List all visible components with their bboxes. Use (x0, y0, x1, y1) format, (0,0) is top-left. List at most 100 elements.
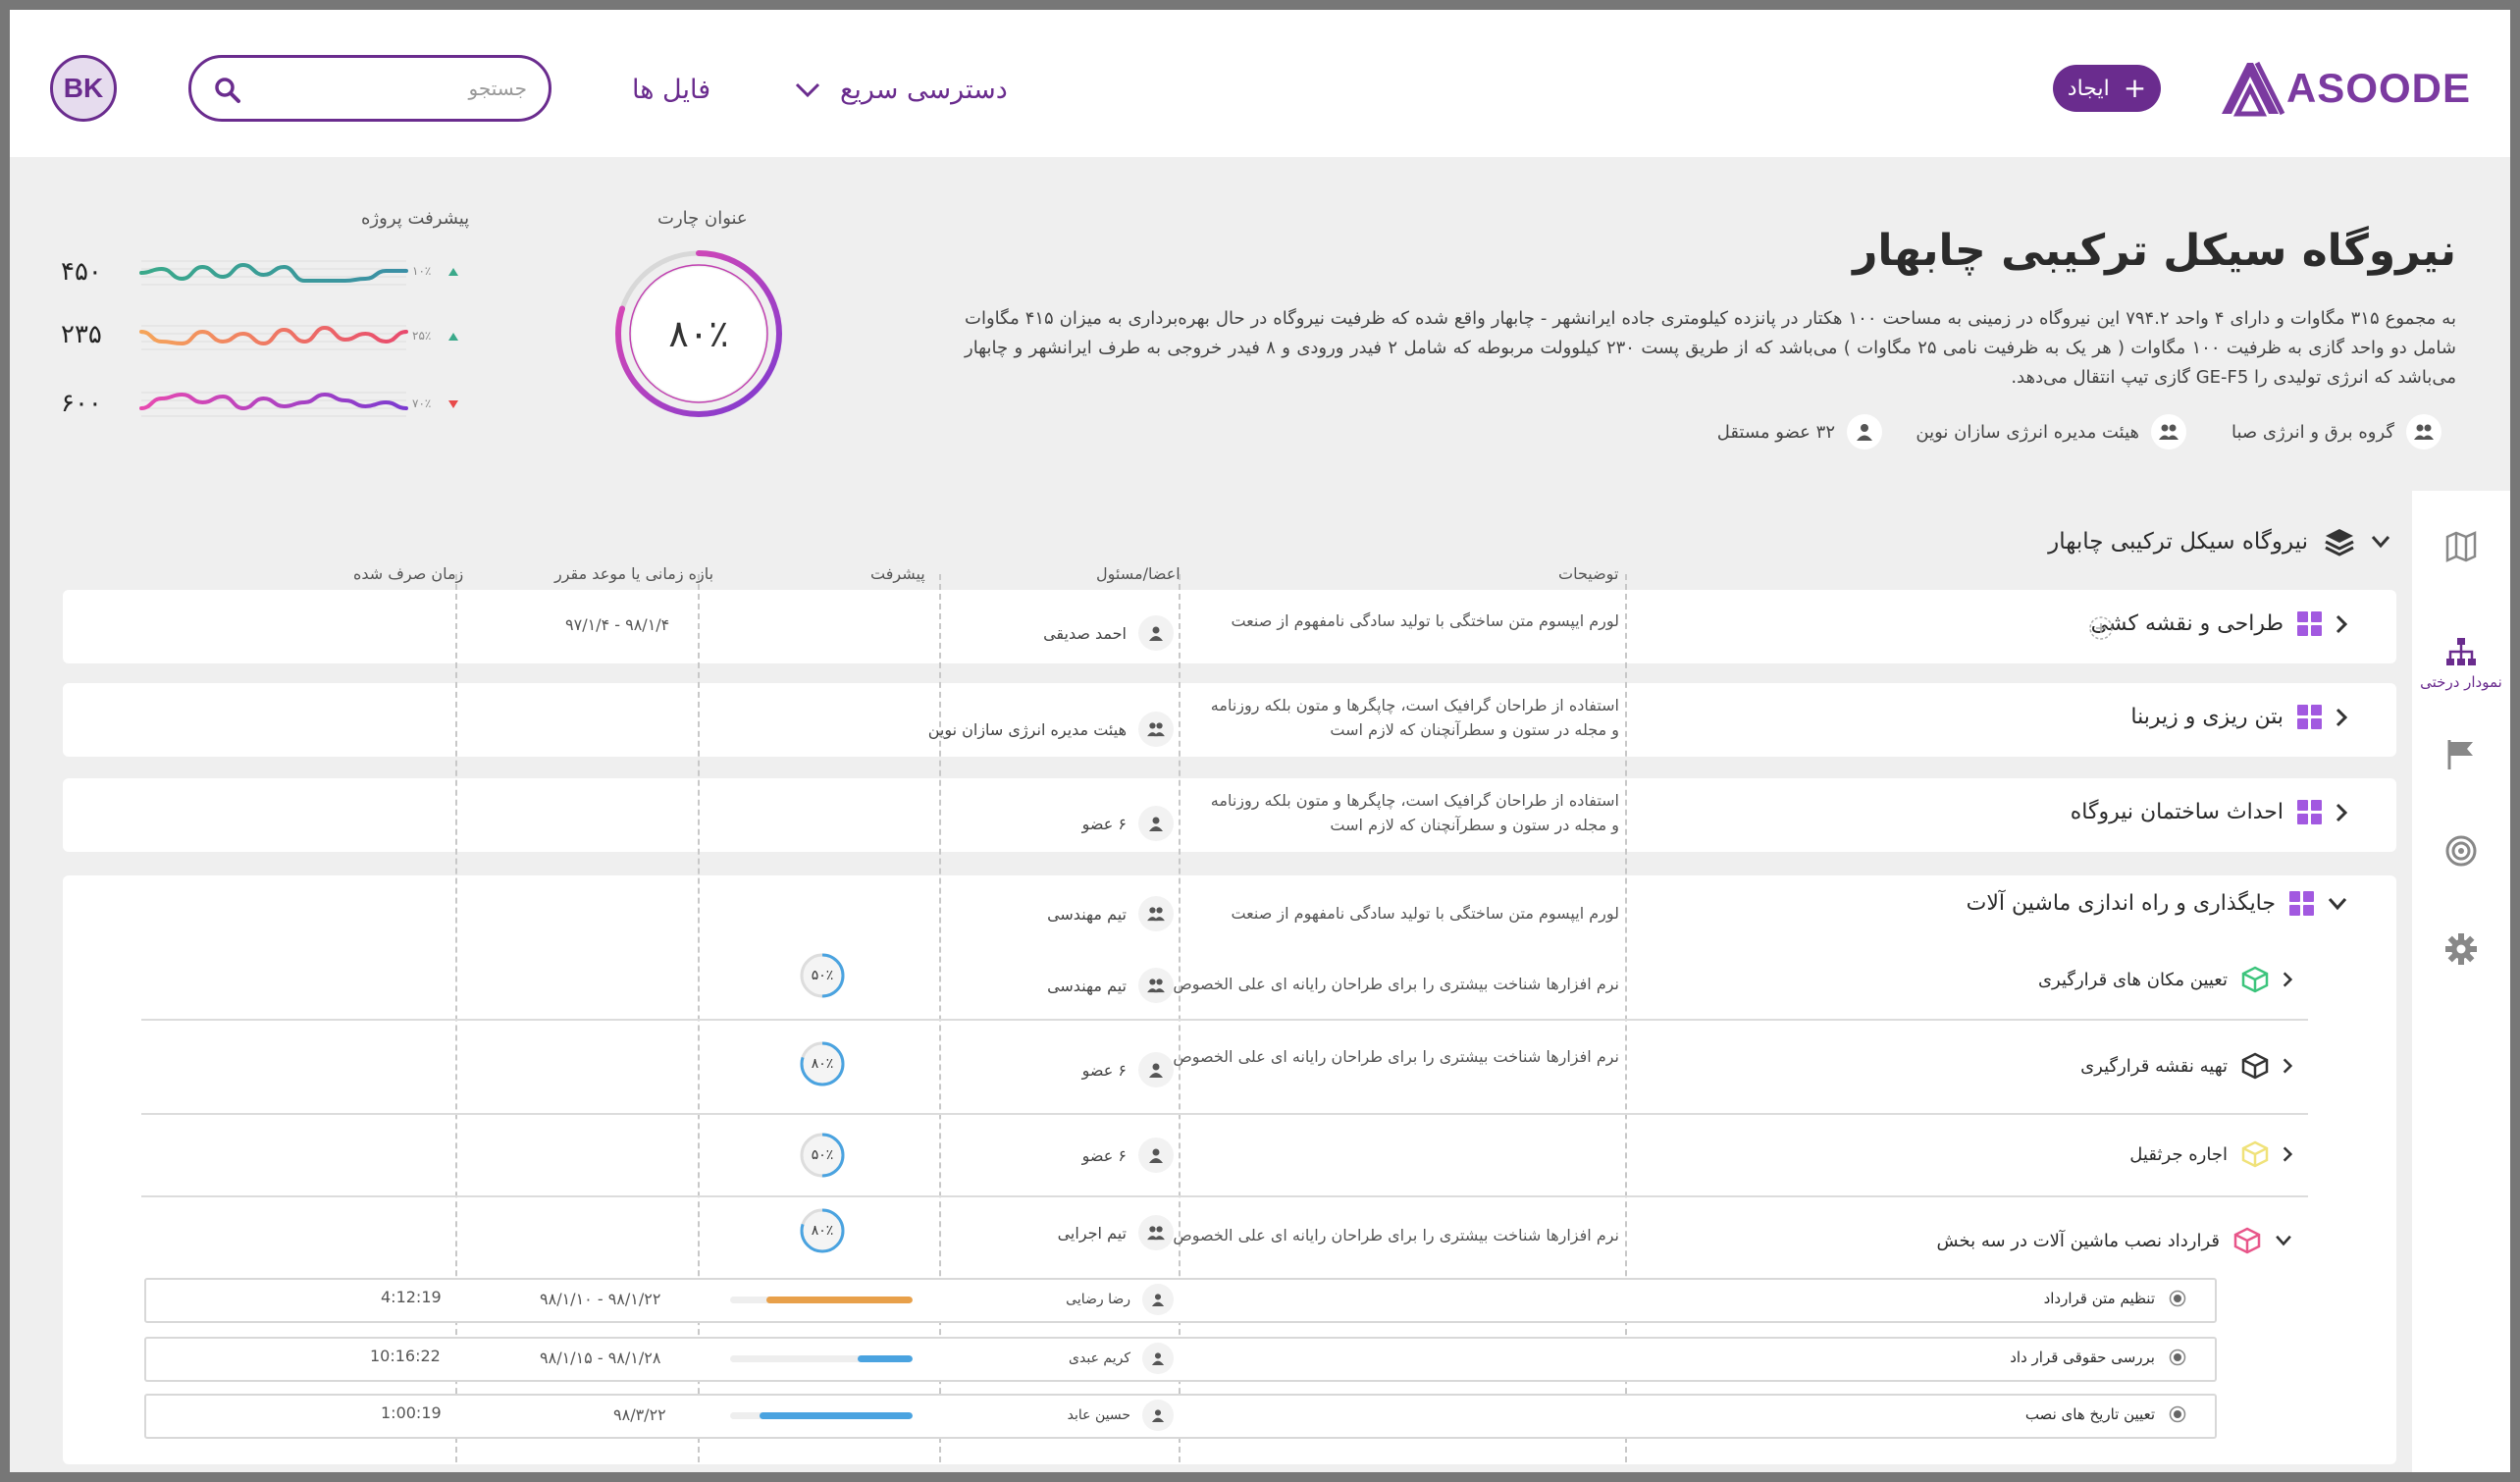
chevron-right-icon (2336, 708, 2347, 726)
trend-up-icon (448, 333, 458, 341)
col-header-time-spent: زمان صرف شده (353, 564, 464, 583)
task-member-name: تیم مهندسی (1047, 904, 1127, 924)
search-box (188, 55, 551, 122)
chevron-down-icon (795, 82, 820, 97)
leaf-task-member[interactable]: کریم عبدی (1069, 1343, 1174, 1374)
spark-pct-1: ۱۰٪ (412, 264, 432, 278)
add-circle-icon[interactable] (2088, 615, 2114, 641)
subtask-member[interactable]: تیم مهندسی (1047, 968, 1174, 1003)
target-icon (2445, 835, 2477, 867)
leaf-progress-fill (858, 1355, 913, 1362)
sidebar-item-target[interactable] (2412, 834, 2510, 868)
logo-text: ASOODE (2285, 65, 2471, 111)
subtask-row-crane[interactable]: اجاره جرثقیل (2129, 1140, 2292, 1168)
project-tag-owner-label: گروه برق و انرژی صبا (2231, 421, 2394, 443)
subtask-member-name: ۶ عضو (1081, 1145, 1127, 1165)
col-header-progress: پیشرفت (870, 564, 925, 583)
user-avatar[interactable]: BK (50, 55, 117, 122)
task-period: ۹۸/۱/۴ - ۹۷/۱/۴ (565, 615, 670, 634)
project-tag-members-label: ۳۲ عضو مستقل (1716, 421, 1835, 443)
sidebar-item-settings[interactable] (2412, 932, 2510, 966)
task-title: بتن ریزی و زیربنا (2130, 705, 2284, 729)
users-icon (1138, 968, 1174, 1003)
col-header-description: توضیحات (1558, 564, 1619, 583)
task-title: احداث ساختمان نیروگاه (2070, 800, 2284, 824)
sidebar-item-tree-chart-label: نمودار درختی (2420, 673, 2502, 691)
subtask-description: نرم افزارها شناخت بیشتری را برای طراحان … (1173, 1047, 1619, 1066)
task-member-name: ۶ عضو (1081, 814, 1127, 833)
user-icon (1142, 1284, 1174, 1315)
leaf-task-period: ۹۸/۳/۲۲ (613, 1405, 666, 1424)
grid-icon (2297, 800, 2322, 824)
radio-dot-icon (2169, 1290, 2186, 1307)
subtask-progress-ring: ۵۰٪ (799, 1132, 846, 1179)
files-link[interactable]: فایل ها (632, 75, 710, 105)
subtask-title: تعیین مکان های قرارگیری (2037, 969, 2228, 990)
grid-icon (2297, 705, 2322, 729)
subtask-title: قرارداد نصب ماشین آلات در سه بخش (1936, 1230, 2220, 1251)
leaf-task-time-spent: 10:16:22 (370, 1347, 441, 1365)
leaf-task-member[interactable]: حسین عابد (1068, 1400, 1174, 1431)
task-row-building[interactable]: احداث ساختمان نیروگاه (2071, 800, 2347, 824)
leaf-task-title-row[interactable]: تعیین تاریخ های نصب (2025, 1405, 2186, 1423)
leaf-task-member[interactable]: رضا رضایی (1066, 1284, 1174, 1315)
subtask-member[interactable]: ۶ عضو (1082, 1052, 1174, 1087)
leaf-task-member-name: حسین عابد (1067, 1407, 1130, 1423)
create-button[interactable]: + ایجاد (2053, 65, 2161, 112)
tree-root[interactable]: نیروگاه سیکل ترکیبی چابهار (2048, 527, 2390, 556)
subtask-description: نرم افزارها شناخت بیشتری را برای طراحان … (1173, 975, 1619, 993)
leaf-task-period: ۹۸/۱/۲۲ - ۹۸/۱/۱۰ (540, 1290, 661, 1308)
row-separator (141, 1195, 2308, 1197)
leaf-task-row[interactable] (144, 1394, 2217, 1439)
donut-value: ۸۰٪ (668, 312, 729, 355)
task-member[interactable]: تیم مهندسی (1047, 896, 1174, 931)
logo[interactable]: ASOODE (2218, 59, 2471, 118)
task-member[interactable]: هیئت مدیره انرژی سازان نوین (928, 712, 1174, 747)
progress-sparklines (139, 260, 408, 417)
chevron-right-icon (2283, 1058, 2292, 1074)
task-row-concrete[interactable]: بتن ریزی و زیربنا (2130, 705, 2347, 729)
leaf-task-row[interactable] (144, 1337, 2217, 1382)
map-icon (2445, 531, 2477, 562)
right-sidebar: نمودار درختی (2412, 491, 2510, 1472)
subtask-row-install-contract[interactable]: قرارداد نصب ماشین آلات در سه بخش (1937, 1227, 2292, 1254)
quick-access-menu[interactable]: دسترسی سریع (795, 75, 1008, 105)
search-input[interactable] (262, 72, 527, 105)
top-bar: ASOODE + ایجاد دسترسی سریع فایل ها BK (10, 10, 2510, 157)
task-member[interactable]: احمد صدیقی (1043, 615, 1174, 651)
task-member[interactable]: ۶ عضو (1082, 806, 1174, 841)
leaf-task-title-row[interactable]: تنظیم متن قرارداد (2044, 1290, 2186, 1307)
create-button-label: ایجاد (2067, 76, 2110, 101)
col-header-members: اعضا/مسئول (1096, 564, 1181, 583)
leaf-task-title: تنظیم متن قرارداد (2043, 1290, 2155, 1307)
radio-dot-icon (2169, 1405, 2186, 1423)
sidebar-item-map[interactable] (2412, 530, 2510, 563)
chevron-right-icon (2336, 614, 2347, 633)
sidebar-item-tree-chart[interactable]: نمودار درختی (2412, 636, 2510, 691)
leaf-task-title-row[interactable]: بررسی حقوقی قرار داد (2010, 1349, 2186, 1366)
subtask-progress-ring: ۸۰٪ (799, 1040, 846, 1087)
leaf-task-row[interactable] (144, 1278, 2217, 1323)
project-tag-owner[interactable]: گروه برق و انرژی صبا (2231, 414, 2441, 450)
task-row-design[interactable]: طراحی و نقشه کشی (2091, 611, 2347, 636)
users-icon (1138, 1215, 1174, 1250)
chevron-down-icon (2371, 536, 2390, 549)
subtask-row-layout-map[interactable]: تهیه نقشه قرارگیری (2080, 1052, 2292, 1080)
subtask-member-name: تیم مهندسی (1047, 976, 1127, 995)
project-tag-members[interactable]: ۳۲ عضو مستقل (1717, 414, 1882, 450)
cube-icon (2241, 1140, 2269, 1168)
sparkline-series-1 (139, 262, 408, 283)
user-tie-icon (1138, 1052, 1174, 1087)
spark-value-2: ۲۳۵ (61, 320, 102, 349)
cube-icon (2241, 966, 2269, 993)
subtask-row-locations[interactable]: تعیین مکان های قرارگیری (2038, 966, 2292, 993)
subtask-member[interactable]: تیم اجرایی (1058, 1215, 1174, 1250)
sidebar-item-flag[interactable] (2412, 738, 2510, 771)
task-row-machinery[interactable]: جایگذاری و راه اندازی ماشین آلات (1967, 891, 2347, 916)
leaf-task-time-spent: 1:00:19 (381, 1403, 442, 1422)
subtask-member[interactable]: ۶ عضو (1082, 1138, 1174, 1173)
search-icon[interactable] (213, 76, 242, 105)
project-tag-board[interactable]: هیئت مدیره انرژی سازان نوین (1916, 414, 2186, 450)
user-tie-icon (1847, 414, 1882, 450)
user-icon (1142, 1400, 1174, 1431)
